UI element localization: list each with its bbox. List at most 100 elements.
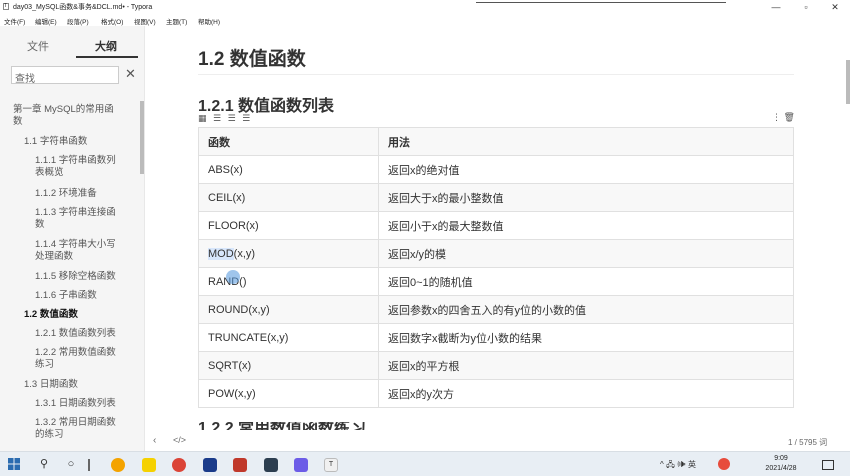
toc-item-1-1-5[interactable]: 1.1.5 移除空格函数 [35, 271, 116, 283]
heading-1-2: 1.2 数值函数 [198, 49, 306, 70]
toc-item-1-2[interactable]: 1.2 数值函数 [24, 309, 78, 321]
toc-item-1-1-4-cont[interactable]: 处理函数 [35, 251, 73, 263]
menu-format[interactable]: 格式(O) [101, 16, 123, 26]
table-header-cell[interactable]: 函数 [198, 127, 379, 156]
maximize-button[interactable]: ▫ [794, 0, 818, 14]
toc-item-1-2-2[interactable]: 1.2.2 常用数值函数 [35, 347, 116, 359]
table-cell[interactable]: CEIL(x) [198, 183, 379, 212]
toc-item-1-3[interactable]: 1.3 日期函数 [24, 379, 78, 391]
table-cell[interactable]: TRUNCATE(x,y) [198, 323, 379, 352]
table-cell[interactable]: 返回大于x的最小整数值 [378, 183, 794, 212]
app-icon-yellow[interactable] [142, 458, 156, 472]
table-header-cell[interactable]: 用法 [378, 127, 794, 156]
editor-area[interactable]: 1.2 数值函数 1.2.1 数值函数列表 ▦ ☰ ☰ ☰ ⋮ 🗑 函数 用法 … [146, 26, 850, 451]
table-cell[interactable]: SQRT(x) [198, 351, 379, 380]
table-cell[interactable]: 返回x/y的模 [378, 239, 794, 268]
table-cell-selected[interactable]: MOD(x,y) [198, 239, 379, 268]
toc-item-chapter1-cont[interactable]: 数 [13, 116, 23, 128]
toc-item-1-2-2-cont[interactable]: 练习 [35, 359, 54, 371]
toc-item-1-1-4[interactable]: 1.1.4 字符串大小写 [35, 239, 116, 251]
table-cell[interactable]: 返回x的平方根 [378, 351, 794, 380]
toc-item-1-1-3[interactable]: 1.1.3 字符串连接函 [35, 207, 116, 219]
table-row: MOD(x,y) 返回x/y的模 [198, 239, 794, 268]
toc-item-chapter1[interactable]: 第一章 MySQL的常用函 [13, 104, 114, 116]
table-align-toolbar[interactable]: ▦ ☰ ☰ ☰ [198, 113, 252, 124]
toc-item-1-1-1-cont[interactable]: 表概览 [35, 167, 64, 179]
menu-paragraph[interactable]: 段落(P) [67, 16, 89, 26]
toc-item-1-2-1[interactable]: 1.2.1 数值函数列表 [35, 328, 116, 340]
menu-edit[interactable]: 编辑(E) [35, 16, 57, 26]
word-count[interactable]: 1 / 5795 词 [788, 437, 827, 448]
menu-bar: 文件(F) 编辑(E) 段落(P) 格式(O) 视图(V) 主题(T) 帮助(H… [0, 14, 850, 26]
toc-item-1-3-2[interactable]: 1.3.2 常用日期函数 [35, 417, 116, 429]
typora-taskbar-icon[interactable]: T [324, 458, 338, 472]
table-more-delete-icons[interactable]: ⋮ 🗑 [772, 112, 795, 123]
clock-date: 2021/4/28 [765, 465, 797, 472]
table-row: ABS(x) 返回x的绝对值 [198, 155, 794, 184]
table-cell[interactable]: 返回x的y次方 [378, 379, 794, 408]
close-button[interactable]: ✕ [823, 0, 847, 14]
table-cell[interactable]: 返回x的绝对值 [378, 155, 794, 184]
toc-item-1-1[interactable]: 1.1 字符串函数 [24, 136, 87, 148]
table-cell[interactable]: ABS(x) [198, 155, 379, 184]
table-row: TRUNCATE(x,y) 返回数字x截断为y位小数的结果 [198, 323, 794, 352]
chrome-icon[interactable] [172, 458, 186, 472]
toc-item-1-1-3-cont[interactable]: 数 [35, 219, 45, 231]
numeric-functions-table: 函数 用法 ABS(x) 返回x的绝对值 CEIL(x) 返回大于x的最小整数值… [198, 127, 794, 408]
windows-taskbar: ⚲ ○ T ^ 🖧 🕪 英 9:09 2021/4/28 [0, 451, 850, 476]
menu-theme[interactable]: 主题(T) [166, 16, 187, 26]
selected-text: MOD [208, 247, 234, 260]
app-icon-red[interactable] [233, 458, 247, 472]
notification-app-icon[interactable] [718, 458, 730, 470]
toc-item-1-1-2[interactable]: 1.1.2 环境准备 [35, 188, 97, 200]
table-cell[interactable]: ROUND(x,y) [198, 295, 379, 324]
app-icon-purple[interactable] [294, 458, 308, 472]
table-header-row: 函数 用法 [198, 127, 794, 156]
app-icon-blue[interactable] [203, 458, 217, 472]
tab-outline[interactable]: 大纲 [95, 38, 117, 54]
toggle-sidebar-icon[interactable]: ‹ [153, 435, 156, 446]
heading-1-2-2-text: 1.2.2 常用数值函数练习 [198, 422, 366, 430]
taskbar-clock[interactable]: 9:09 2021/4/28 [755, 454, 807, 474]
toc-item-1-1-1[interactable]: 1.1.1 字符串函数列 [35, 155, 116, 167]
system-tray[interactable]: ^ 🖧 🕪 英 [660, 459, 696, 473]
sidebar-scrollbar[interactable] [140, 101, 144, 174]
app-icon-pen[interactable] [264, 458, 278, 472]
menu-file[interactable]: 文件(F) [4, 16, 25, 26]
toc-item-1-3-1[interactable]: 1.3.1 日期函数列表 [35, 398, 116, 410]
table-cell[interactable]: FLOOR(x) [198, 211, 379, 240]
toc-item-1-1-6[interactable]: 1.1.6 子串函数 [35, 290, 97, 302]
close-icon[interactable]: ✕ [125, 66, 136, 82]
table-cell[interactable]: RAND() [198, 267, 379, 296]
search-icon[interactable]: ⚲ [37, 457, 51, 472]
title-bar: T day03_MySQL函数&事务&DCL.md• - Typora — ▫ … [0, 0, 850, 14]
task-view-icon[interactable]: ○ [64, 457, 78, 472]
table-cell[interactable]: POW(x,y) [198, 379, 379, 408]
table-row: CEIL(x) 返回大于x的最小整数值 [198, 183, 794, 212]
table-cell[interactable]: 返回数字x截断为y位小数的结果 [378, 323, 794, 352]
table-cell[interactable]: 返回参数x的四舍五入的有y位的小数的值 [378, 295, 794, 324]
menu-view[interactable]: 视图(V) [134, 16, 156, 26]
typora-app-icon: T [3, 3, 9, 10]
heading-1-2-2-partial: 1.2.2 常用数值函数练习 [198, 422, 398, 430]
table-row: ROUND(x,y) 返回参数x的四舍五入的有y位的小数的值 [198, 295, 794, 324]
active-tab-indicator [76, 56, 138, 58]
table-cell[interactable]: 返回小于x的最大整数值 [378, 211, 794, 240]
menu-help[interactable]: 帮助(H) [198, 16, 220, 26]
sidebar: 文件 大纲 查找 ✕ 第一章 MySQL的常用函 数 1.1 字符串函数 1.1… [0, 26, 145, 451]
window-title: day03_MySQL函数&事务&DCL.md• - Typora [13, 4, 153, 11]
source-code-icon[interactable]: </> [173, 435, 186, 445]
taskbar-divider [88, 459, 90, 471]
minimize-button[interactable]: — [764, 0, 788, 14]
table-cell[interactable]: 返回0~1的随机值 [378, 267, 794, 296]
tab-files[interactable]: 文件 [27, 38, 49, 54]
heading-divider [198, 74, 794, 75]
mouse-cursor-indicator [226, 270, 240, 284]
windows-start-icon[interactable] [8, 458, 20, 470]
action-center-icon[interactable] [822, 460, 834, 470]
table-row: POW(x,y) 返回x的y次方 [198, 379, 794, 408]
outline-search-input[interactable]: 查找 [11, 66, 119, 85]
editor-scrollbar[interactable] [846, 60, 850, 104]
typora-window: T day03_MySQL函数&事务&DCL.md• - Typora — ▫ … [0, 0, 850, 476]
browser-app-icon[interactable] [111, 458, 125, 472]
